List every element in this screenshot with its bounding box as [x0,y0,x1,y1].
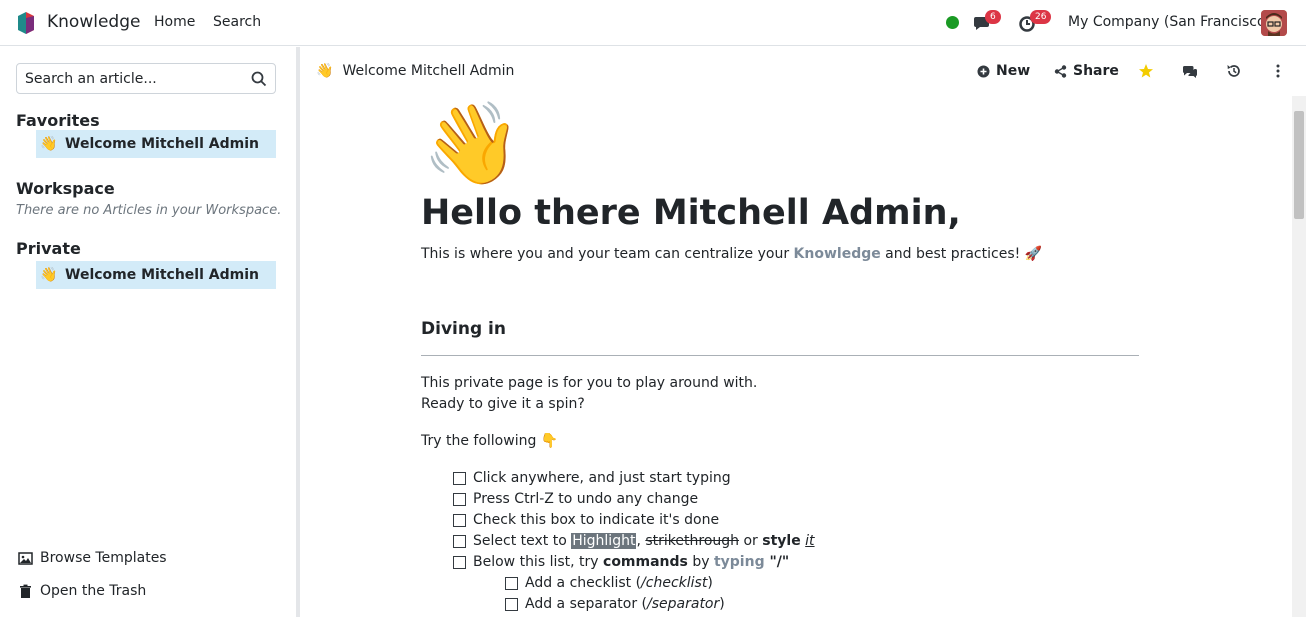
workspace-empty-message: There are no Articles in your Workspace. [16,203,282,218]
breadcrumb-emoji-icon[interactable]: 👋 [316,63,333,79]
trash-icon [20,584,31,598]
checklist-subitem[interactable]: Add a separator (/separator) [505,596,725,612]
scrollbar-thumb[interactable] [1294,111,1304,219]
new-article-button[interactable]: New [977,63,1030,79]
intro-text-end: and best practices! 🚀 [880,246,1043,262]
browse-templates-label: Browse Templates [40,550,167,566]
text-run: or [739,533,763,549]
checkbox[interactable] [453,492,466,506]
checklist-item-label: Below this list, try commands by typing … [473,554,789,570]
article-search-box[interactable] [16,63,276,94]
article-emoji-icon: 👋 [40,267,58,283]
sidebar-article-label: Welcome Mitchell Admin [65,136,259,152]
article-header-bar: 👋 Welcome Mitchell Admin New Share [300,47,1306,95]
checkbox[interactable] [505,576,518,590]
italic-text: /checklist [641,575,708,591]
checklist-item-label: Click anywhere, and just start typing [473,470,731,486]
checklist-item[interactable]: Click anywhere, and just start typing [453,470,731,486]
user-avatar[interactable] [1261,10,1287,36]
breadcrumb: 👋 Welcome Mitchell Admin [316,63,514,79]
text-run: Add a checklist ( [525,575,642,591]
sidebar-private-article[interactable]: 👋 Welcome Mitchell Admin [36,261,276,289]
private-section-title: Private [16,239,81,258]
nav-search[interactable]: Search [213,14,261,30]
checklist-item-label: Select text to Highlight, strikethrough … [473,533,815,549]
knowledge-app-icon[interactable] [16,10,36,36]
plus-circle-icon [977,65,990,77]
paragraph-line[interactable]: Try the following 👇 [421,433,558,449]
more-options-icon[interactable] [1270,63,1286,79]
bold-text: "/" [764,554,790,570]
comments-icon[interactable] [1182,63,1198,79]
messages-count-badge: 6 [985,10,1001,24]
checkbox[interactable] [505,597,518,611]
text-run: Add a separator ( [525,596,648,612]
intro-keyword: Knowledge [793,246,881,262]
favorites-section-title: Favorites [16,111,100,130]
user-avatar-icon [1261,10,1287,36]
text-run: by [687,554,714,570]
checkbox[interactable] [453,471,466,485]
sidebar-favorite-article[interactable]: 👋 Welcome Mitchell Admin [36,130,276,158]
knowledge-sidebar: Favorites 👋 Welcome Mitchell Admin Works… [0,47,296,617]
text-run: Select text to [473,533,572,549]
checkbox[interactable] [453,555,466,569]
share-icon [1054,64,1067,78]
checklist-item[interactable]: Below this list, try commands by typing … [453,554,789,570]
checklist-item-label: Add a separator (/separator) [525,596,725,612]
intro-text: This is where you and your team can cent… [421,246,794,262]
bold-text: commands [603,554,688,570]
article-scrollbar[interactable] [1292,96,1306,617]
text-run: Below this list, try [473,554,604,570]
history-icon[interactable] [1226,63,1242,79]
checklist-item[interactable]: Select text to Highlight, strikethrough … [453,533,815,549]
strikethrough-text: strikethrough [645,533,740,549]
text-run: ) [707,575,713,591]
new-button-label: New [996,63,1031,79]
paragraph-line[interactable]: Ready to give it a spin? [421,396,585,412]
open-trash-link[interactable]: Open the Trash [18,583,146,599]
italic-underline-text: it [805,533,815,549]
section-separator [421,355,1139,356]
text-run: ) [719,596,725,612]
browse-templates-link[interactable]: Browse Templates [18,550,167,566]
checkbox[interactable] [453,513,466,527]
activities-count-badge: 26 [1030,10,1052,24]
section-heading[interactable]: Diving in [421,319,506,339]
sidebar-article-label: Welcome Mitchell Admin [65,267,259,283]
star-favorite-icon[interactable] [1138,63,1154,79]
bold-text: style [762,533,801,549]
article-emoji-icon: 👋 [40,136,58,152]
keyword-text: typing [713,554,765,570]
highlighted-text: Highlight [571,533,637,549]
image-icon [18,551,33,565]
checklist-item-label: Add a checklist (/checklist) [525,575,713,591]
search-icon[interactable] [251,71,267,87]
breadcrumb-title[interactable]: Welcome Mitchell Admin [342,63,514,79]
app-name[interactable]: Knowledge [47,12,140,32]
article-body[interactable]: 👋 Hello there Mitchell Admin, This is wh… [300,96,1292,617]
article-search-input[interactable] [25,69,245,89]
top-navbar: Knowledge Home Search 6 26 My Company (S… [0,0,1306,46]
company-switcher[interactable]: My Company (San Francisco) [1068,14,1271,30]
share-button[interactable]: Share [1054,63,1119,79]
article-cover-emoji-icon[interactable]: 👋 [422,96,522,192]
checklist-item[interactable]: Press Ctrl-Z to undo any change [453,491,698,507]
checklist-item[interactable]: Check this box to indicate it's done [453,512,719,528]
article-intro[interactable]: This is where you and your team can cent… [421,246,1042,262]
italic-text: /separator [647,596,720,612]
article-title[interactable]: Hello there Mitchell Admin, [421,193,961,233]
nav-home[interactable]: Home [154,14,195,30]
checkbox[interactable] [453,534,466,548]
checklist-subitem[interactable]: Add a checklist (/checklist) [505,575,713,591]
presence-status-indicator[interactable] [946,16,959,29]
open-trash-label: Open the Trash [40,583,147,599]
paragraph-line[interactable]: This private page is for you to play aro… [421,375,757,391]
checklist-item-label: Press Ctrl-Z to undo any change [473,491,699,507]
checklist-item-label: Check this box to indicate it's done [473,512,720,528]
share-button-label: Share [1073,63,1119,79]
workspace-section-title: Workspace [16,179,115,198]
